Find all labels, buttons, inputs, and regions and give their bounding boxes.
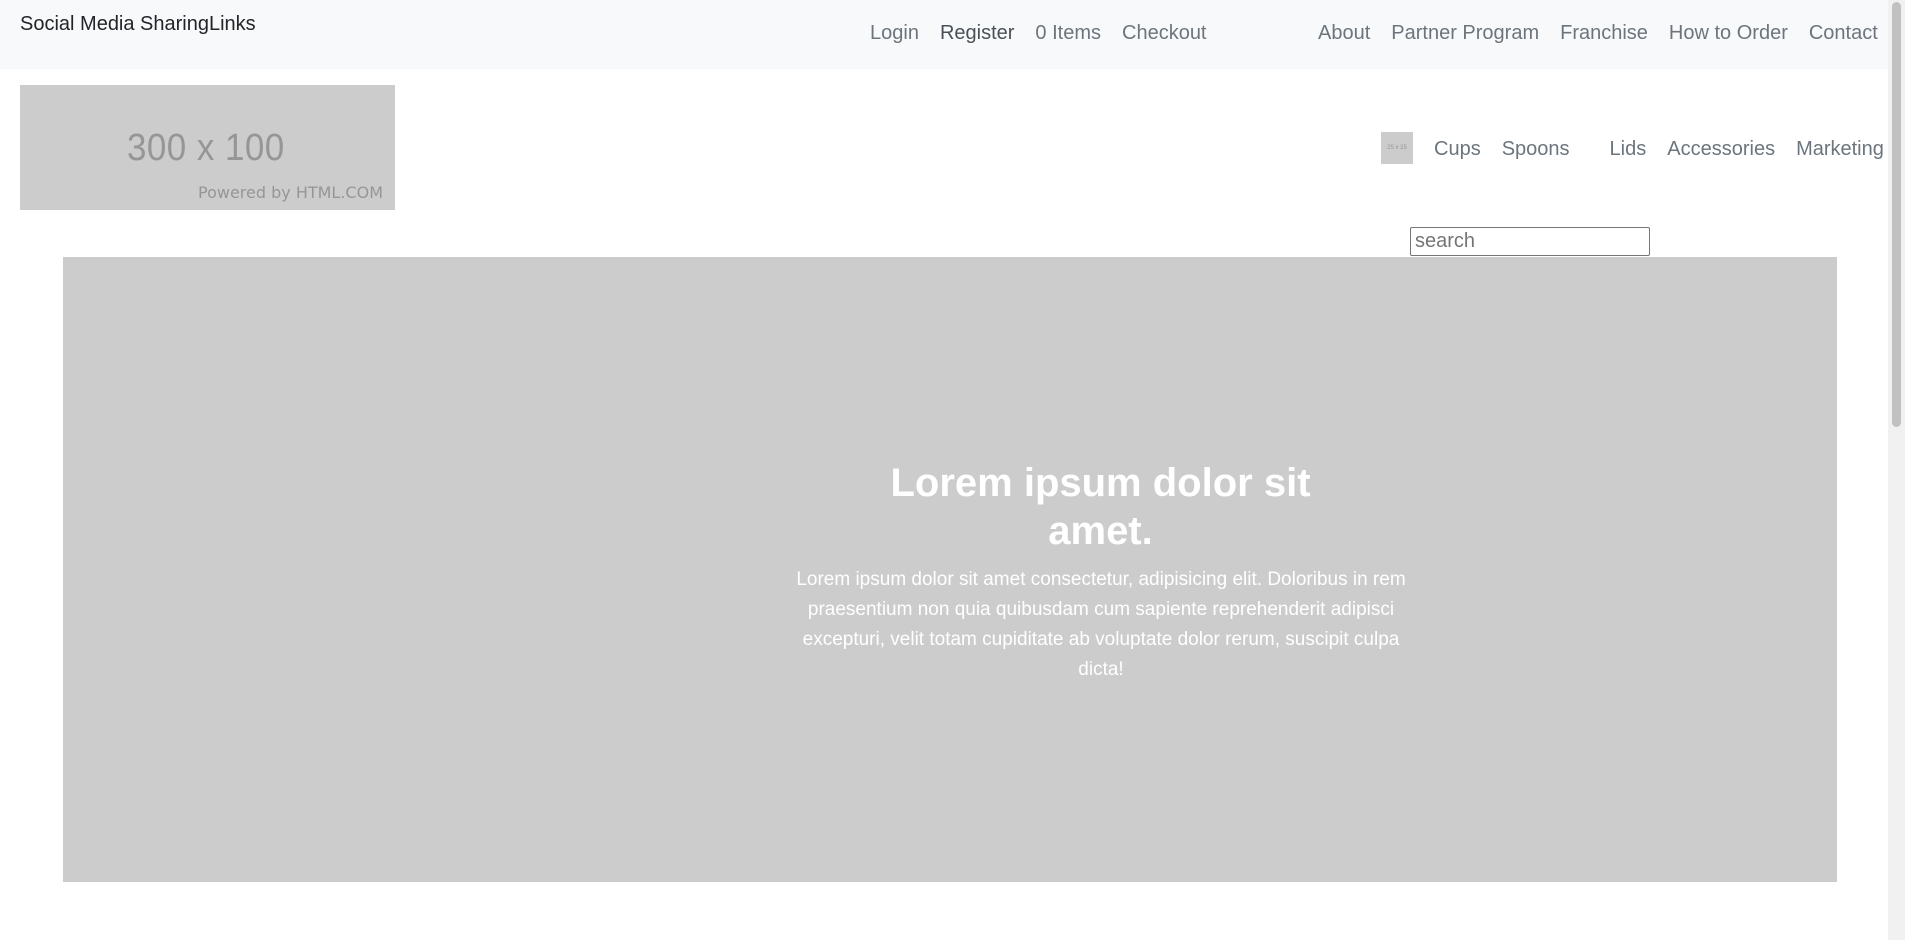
page-scrollbar[interactable] [1888, 0, 1905, 940]
logo-powered-by: Powered by HTML.COM [198, 183, 383, 202]
top-navbar: Social Media SharingLinks Login Register… [0, 0, 1905, 69]
category-lids[interactable]: Lids [1610, 138, 1647, 161]
site-logo[interactable]: 300 x 100 Powered by HTML.COM [20, 85, 395, 210]
logo-placeholder-dims: 300 x 100 [127, 127, 285, 169]
register-link[interactable]: Register [940, 22, 1014, 45]
cart-items-link[interactable]: 0 Items [1035, 22, 1101, 45]
hero-title: Lorem ipsum dolor sit amet. [890, 461, 1311, 553]
login-link[interactable]: Login [870, 22, 919, 45]
hero-banner: Lorem ipsum dolor sit amet. Lorem ipsum … [63, 257, 1837, 882]
category-marketing[interactable]: Marketing [1796, 138, 1884, 161]
franchise-link[interactable]: Franchise [1560, 22, 1648, 45]
brand-link[interactable]: Social Media SharingLinks [20, 13, 256, 36]
scrollbar-thumb[interactable] [1892, 2, 1901, 427]
category-spoons[interactable]: Spoons [1502, 138, 1570, 161]
category-accessories[interactable]: Accessories [1667, 138, 1775, 161]
contact-link[interactable]: Contact [1809, 22, 1878, 45]
account-nav: Login Register 0 Items Checkout [870, 22, 1228, 45]
checkout-link[interactable]: Checkout [1122, 22, 1207, 45]
how-to-order-link[interactable]: How to Order [1669, 22, 1788, 45]
search-input[interactable] [1410, 227, 1650, 256]
about-link[interactable]: About [1318, 22, 1370, 45]
category-cups[interactable]: Cups [1434, 138, 1481, 161]
page: Social Media SharingLinks Login Register… [0, 0, 1905, 940]
category-nav: 25 x 25 Cups Spoons Lids Accessories Mar… [1381, 132, 1884, 164]
hero-text: Lorem ipsum dolor sit amet consectetur, … [796, 569, 1406, 680]
category-thumbnail: 25 x 25 [1381, 132, 1413, 164]
info-nav: About Partner Program Franchise How to O… [1318, 22, 1899, 45]
partner-program-link[interactable]: Partner Program [1391, 22, 1539, 45]
